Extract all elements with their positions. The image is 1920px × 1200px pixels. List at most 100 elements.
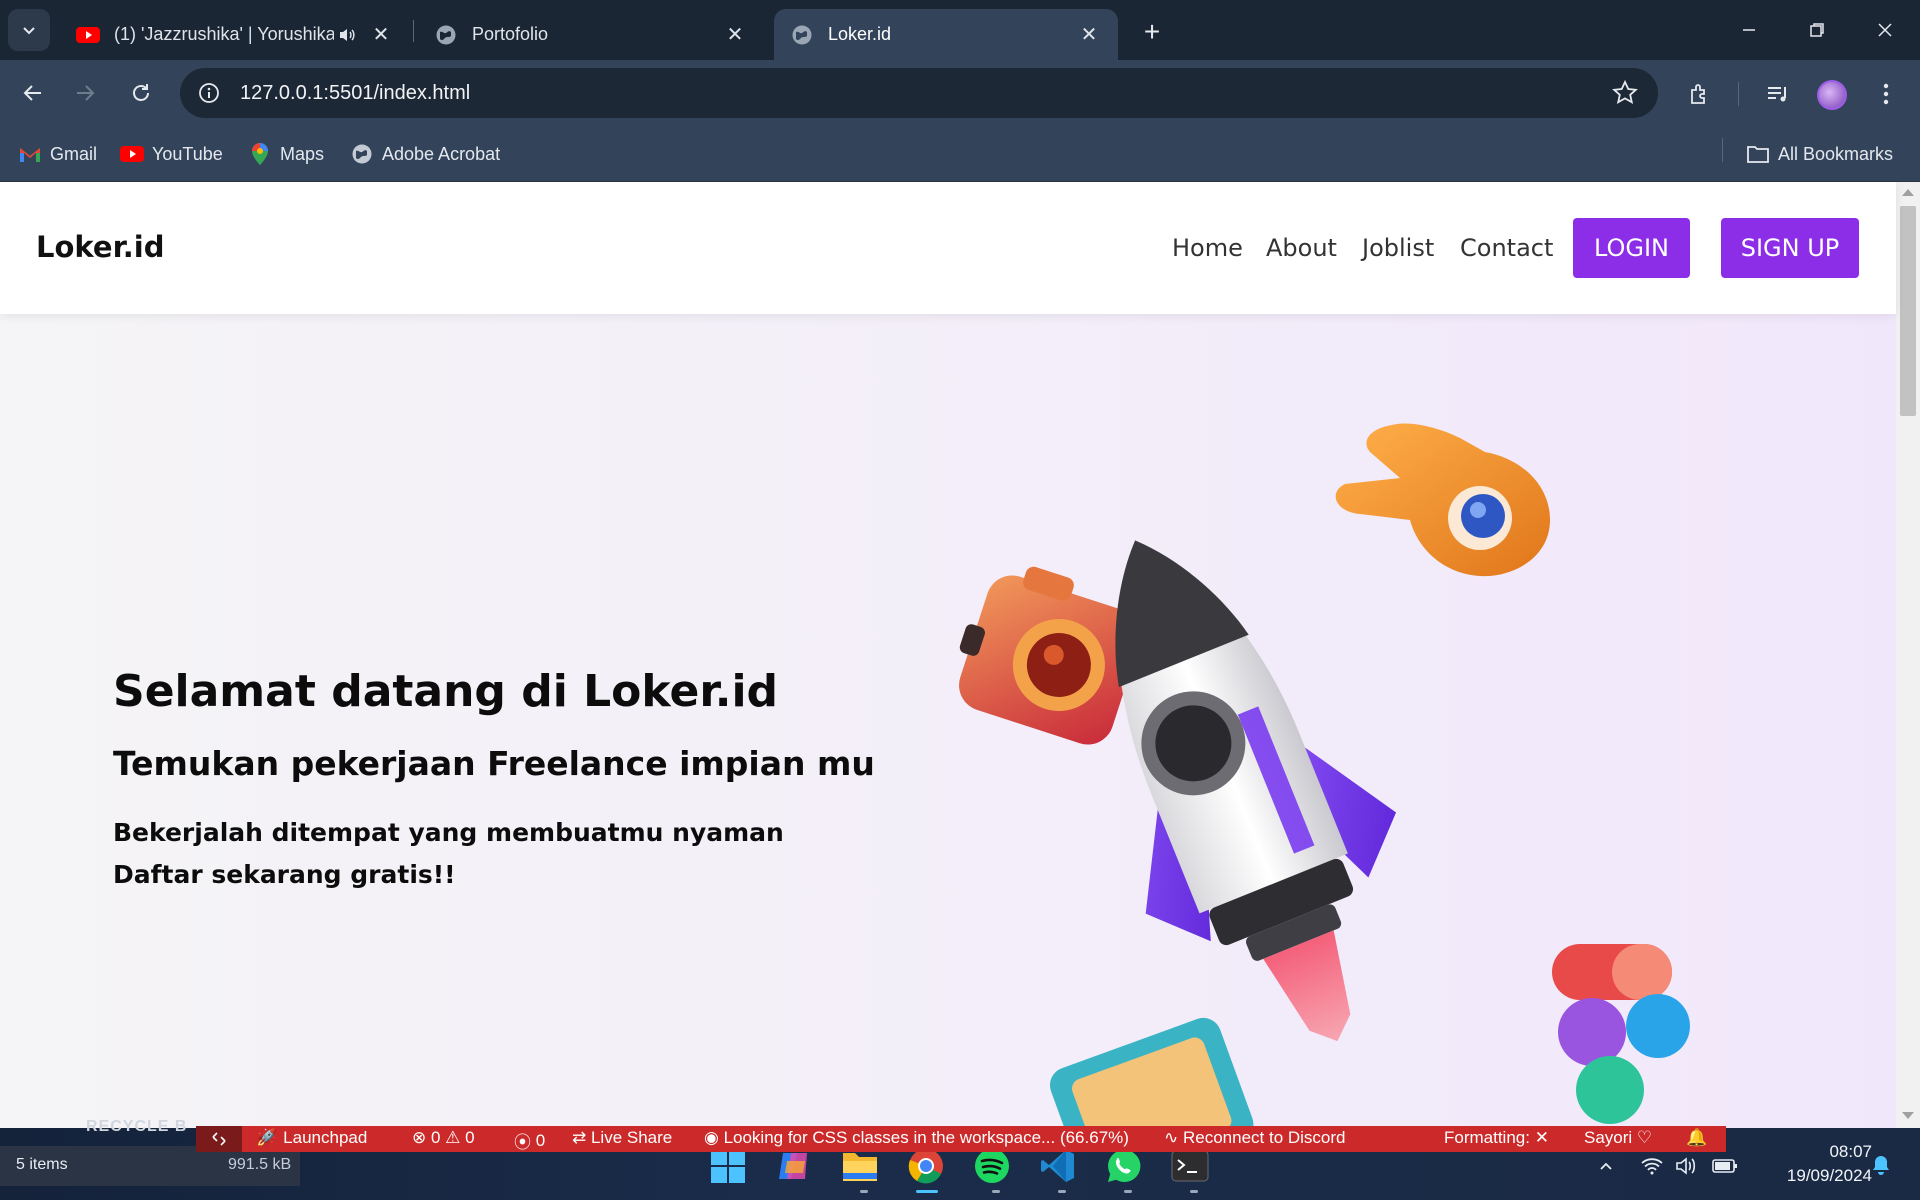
extensions-icon[interactable] bbox=[1684, 78, 1716, 110]
active-indicator bbox=[916, 1190, 938, 1193]
all-bookmarks-button[interactable]: All Bookmarks bbox=[1746, 139, 1893, 169]
browser-toolbar: 127.0.0.1:5501/index.html bbox=[0, 60, 1920, 127]
bookmark-adobe-acrobat[interactable]: Adobe Acrobat bbox=[350, 139, 500, 169]
launchpad-item[interactable]: 🚀 Launchpad bbox=[256, 1128, 367, 1148]
tab-title: (1) 'Jazzrushika' | Yorushika bbox=[114, 24, 334, 44]
menu-kebab-icon[interactable] bbox=[1870, 78, 1902, 110]
close-window-button[interactable] bbox=[1860, 10, 1910, 50]
page-scrollbar[interactable] bbox=[1896, 182, 1920, 1128]
ports-item[interactable]: ⦿ 0 bbox=[514, 1128, 545, 1153]
live-share-item[interactable]: ⇄ Live Share bbox=[572, 1128, 672, 1148]
tablet-icon bbox=[1049, 1017, 1254, 1128]
error-count: 0 bbox=[430, 1128, 441, 1147]
heart-icon: ♡ bbox=[1632, 1128, 1653, 1147]
signup-button[interactable]: SIGN UP bbox=[1721, 218, 1859, 278]
page-viewport: Loker.id Home About Joblist Contact LOGI… bbox=[0, 182, 1920, 1128]
restore-button[interactable] bbox=[1792, 10, 1842, 50]
remote-indicator-icon[interactable] bbox=[196, 1126, 242, 1152]
rocket-icon bbox=[1115, 540, 1397, 1042]
bookmark-label: Gmail bbox=[50, 143, 98, 164]
ports-count: 0 bbox=[535, 1130, 546, 1150]
tab-separator bbox=[413, 20, 414, 42]
hero-illustration bbox=[959, 423, 1690, 1128]
tab-loker-active[interactable]: Loker.id ✕ bbox=[774, 9, 1118, 60]
globe-icon bbox=[350, 142, 374, 166]
discord-label: Reconnect to Discord bbox=[1182, 1128, 1346, 1147]
hero-line-1: Bekerjalah ditempat yang membuatmu nyama… bbox=[113, 818, 784, 847]
battery-icon[interactable] bbox=[1710, 1152, 1740, 1180]
blender-logo-icon bbox=[1335, 423, 1550, 577]
bookmark-youtube[interactable]: YouTube bbox=[120, 139, 223, 169]
site-navbar: Loker.id Home About Joblist Contact LOGI… bbox=[0, 182, 1896, 314]
explorer-status-strip: 5 items 991.5 kB bbox=[0, 1146, 300, 1186]
maps-icon bbox=[248, 142, 272, 166]
profile-avatar[interactable] bbox=[1817, 80, 1847, 110]
bookmarks-separator bbox=[1722, 138, 1723, 162]
back-button[interactable] bbox=[12, 72, 54, 114]
minimize-button[interactable] bbox=[1724, 10, 1774, 50]
tab-title: Portofolio bbox=[472, 24, 549, 44]
vscode-status-bar: 🚀 Launchpad ⊗ 0 ⚠ 0 ⦿ 0 ⇄ Live Share ◉ L… bbox=[196, 1126, 1726, 1152]
reload-button[interactable] bbox=[120, 72, 162, 114]
url-text[interactable]: 127.0.0.1:5501/index.html bbox=[240, 82, 470, 105]
pulse-icon: ∿ bbox=[1164, 1128, 1183, 1147]
clock-date: 19/09/2024 bbox=[1786, 1166, 1872, 1185]
media-control-icon[interactable] bbox=[1762, 78, 1794, 110]
explorer-item-count: 5 items bbox=[16, 1156, 68, 1173]
taskbar-clock[interactable]: 08:07 19/09/2024 bbox=[1756, 1140, 1872, 1188]
notification-bell-icon[interactable] bbox=[1866, 1150, 1896, 1180]
running-indicator bbox=[1190, 1190, 1198, 1193]
forward-button[interactable] bbox=[64, 72, 106, 114]
nav-home[interactable]: Home bbox=[1172, 234, 1243, 262]
youtube-icon bbox=[120, 142, 144, 166]
live-share-icon: ⇄ bbox=[572, 1128, 591, 1147]
site-info-icon[interactable] bbox=[194, 78, 224, 108]
close-tab-icon[interactable]: ✕ bbox=[1076, 22, 1102, 48]
youtube-icon bbox=[76, 23, 100, 47]
notifications-bell-icon[interactable]: 🔔 bbox=[1686, 1128, 1707, 1148]
bookmark-label: Adobe Acrobat bbox=[382, 143, 501, 164]
speaker-icon[interactable] bbox=[334, 22, 360, 48]
tray-overflow-chevron-icon[interactable] bbox=[1592, 1152, 1620, 1180]
running-indicator bbox=[1124, 1190, 1132, 1193]
nav-joblist[interactable]: Joblist bbox=[1362, 234, 1434, 262]
new-tab-button[interactable]: + bbox=[1134, 14, 1170, 50]
hero-subtitle: Temukan pekerjaan Freelance impian mu bbox=[113, 744, 875, 783]
sayori-item[interactable]: Sayori ♡ bbox=[1584, 1128, 1652, 1148]
scroll-up-arrow[interactable] bbox=[1902, 189, 1914, 196]
warning-count: 0 bbox=[465, 1128, 475, 1147]
close-tab-icon[interactable]: ✕ bbox=[368, 22, 394, 48]
nav-contact[interactable]: Contact bbox=[1460, 234, 1553, 262]
tab-search-button[interactable] bbox=[8, 9, 50, 51]
scroll-down-arrow[interactable] bbox=[1902, 1112, 1914, 1119]
hero-text: Bekerjalah ditempat yang membuatmu nyama… bbox=[113, 812, 784, 896]
arrow-left-icon bbox=[23, 85, 41, 101]
running-indicator bbox=[992, 1190, 1000, 1193]
gmail-icon bbox=[18, 142, 42, 166]
wifi-icon[interactable] bbox=[1638, 1152, 1666, 1180]
discord-item[interactable]: ∿ Reconnect to Discord bbox=[1164, 1128, 1346, 1148]
formatting-item[interactable]: Formatting: ✕ bbox=[1444, 1128, 1549, 1148]
address-bar[interactable]: 127.0.0.1:5501/index.html bbox=[180, 68, 1658, 118]
bookmark-label: Maps bbox=[280, 143, 325, 164]
chevron-down-icon bbox=[23, 27, 35, 35]
launchpad-label: Launchpad bbox=[283, 1128, 368, 1147]
folder-icon bbox=[1746, 142, 1770, 166]
tab-portofolio[interactable]: Portofolio ✕ bbox=[418, 9, 764, 60]
hero-line-2: Daftar sekarang gratis!! bbox=[113, 860, 456, 889]
running-indicator bbox=[860, 1190, 868, 1193]
tab-youtube[interactable]: (1) 'Jazzrushika' | Yorushika ✕ bbox=[60, 9, 410, 60]
problems-item[interactable]: ⊗ 0 ⚠ 0 bbox=[412, 1128, 475, 1148]
bookmark-gmail[interactable]: Gmail bbox=[18, 139, 97, 169]
login-button[interactable]: LOGIN bbox=[1573, 218, 1690, 278]
tab-title: Loker.id bbox=[828, 24, 892, 44]
bookmark-star-icon[interactable] bbox=[1612, 80, 1638, 106]
close-tab-icon[interactable]: ✕ bbox=[722, 22, 748, 48]
bookmark-label: YouTube bbox=[152, 143, 223, 164]
nav-about[interactable]: About bbox=[1266, 234, 1337, 262]
site-brand[interactable]: Loker.id bbox=[36, 230, 164, 264]
live-share-label: Live Share bbox=[590, 1128, 673, 1147]
bookmark-maps[interactable]: Maps bbox=[248, 139, 324, 169]
scroll-thumb[interactable] bbox=[1900, 206, 1916, 416]
volume-icon[interactable] bbox=[1672, 1152, 1700, 1180]
